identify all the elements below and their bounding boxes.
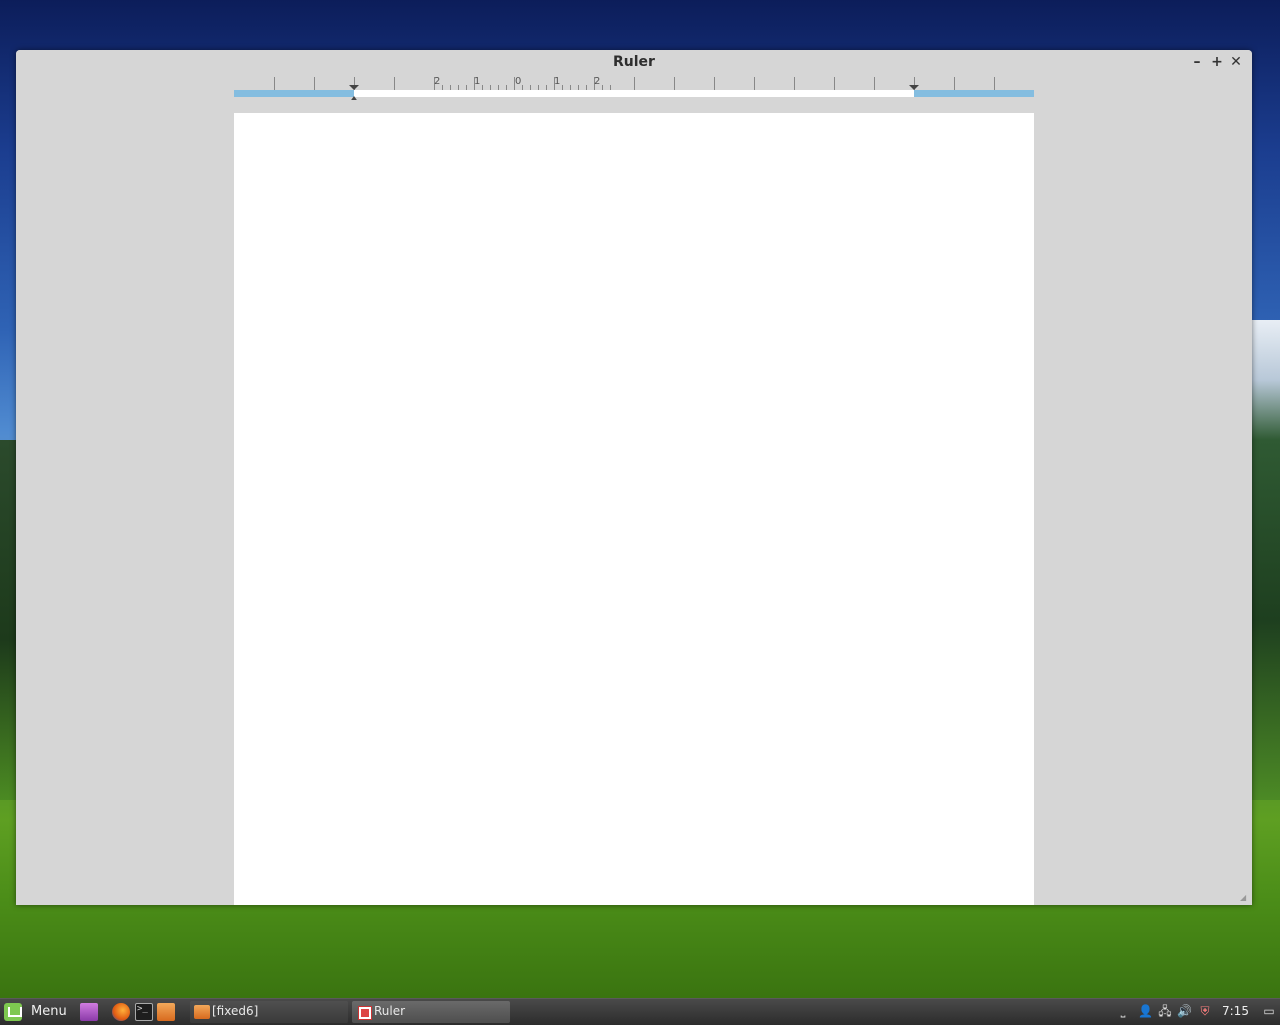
- network-icon[interactable]: 🖧: [1158, 1004, 1172, 1018]
- task-fixed6[interactable]: [fixed6]: [190, 1001, 348, 1023]
- ruler-label: 0: [515, 76, 522, 87]
- keyboard-icon[interactable]: ⎵: [1116, 1004, 1130, 1018]
- shield-icon[interactable]: ⛨: [1198, 1004, 1212, 1018]
- menu-button[interactable]: Menu: [2, 1001, 72, 1023]
- ruler-label: 2: [594, 76, 601, 87]
- window-title: Ruler: [613, 54, 655, 70]
- resize-grip-icon[interactable]: ◢: [1240, 893, 1250, 903]
- files-icon[interactable]: [157, 1003, 175, 1021]
- user-icon[interactable]: 👤: [1138, 1004, 1153, 1018]
- close-button[interactable]: ✕: [1228, 54, 1244, 70]
- document-page[interactable]: [234, 113, 1034, 905]
- mint-logo-icon: [4, 1003, 22, 1021]
- show-desktop-tray-icon[interactable]: ▭: [1262, 1004, 1276, 1018]
- minimize-button[interactable]: –: [1189, 54, 1205, 70]
- task-label: [fixed6]: [212, 1004, 259, 1018]
- volume-icon[interactable]: 🔊: [1177, 1004, 1192, 1018]
- title-bar[interactable]: Ruler – + ✕: [16, 50, 1252, 76]
- firefox-icon[interactable]: [112, 1003, 130, 1021]
- task-ruler[interactable]: Ruler: [352, 1001, 510, 1023]
- task-label: Ruler: [374, 1004, 406, 1018]
- ruler-label: 2: [434, 76, 441, 87]
- terminal-icon[interactable]: [135, 1003, 153, 1021]
- app-icon: [358, 1006, 372, 1020]
- show-desktop-icon[interactable]: [80, 1003, 98, 1021]
- ruler[interactable]: 2 1 0 1 2: [234, 76, 1034, 100]
- folder-icon: [194, 1005, 210, 1019]
- left-indent-marker: [351, 96, 357, 100]
- right-indent-marker: [909, 85, 919, 90]
- clock[interactable]: 7:15: [1222, 1004, 1249, 1018]
- maximize-button[interactable]: +: [1209, 54, 1225, 70]
- ruler-label: 1: [474, 76, 481, 87]
- ruler-label: 1: [554, 76, 561, 87]
- menu-label: Menu: [31, 1004, 67, 1019]
- taskbar: Menu [fixed6] Ruler ⎵ 👤 🖧 🔊 ⛨ 7:15 ▭: [0, 998, 1280, 1025]
- ruler-ticks: [274, 77, 995, 100]
- ruler-window: Ruler – + ✕ 2 1 0 1 2 ◢: [16, 50, 1252, 905]
- first-line-indent-marker: [349, 85, 359, 90]
